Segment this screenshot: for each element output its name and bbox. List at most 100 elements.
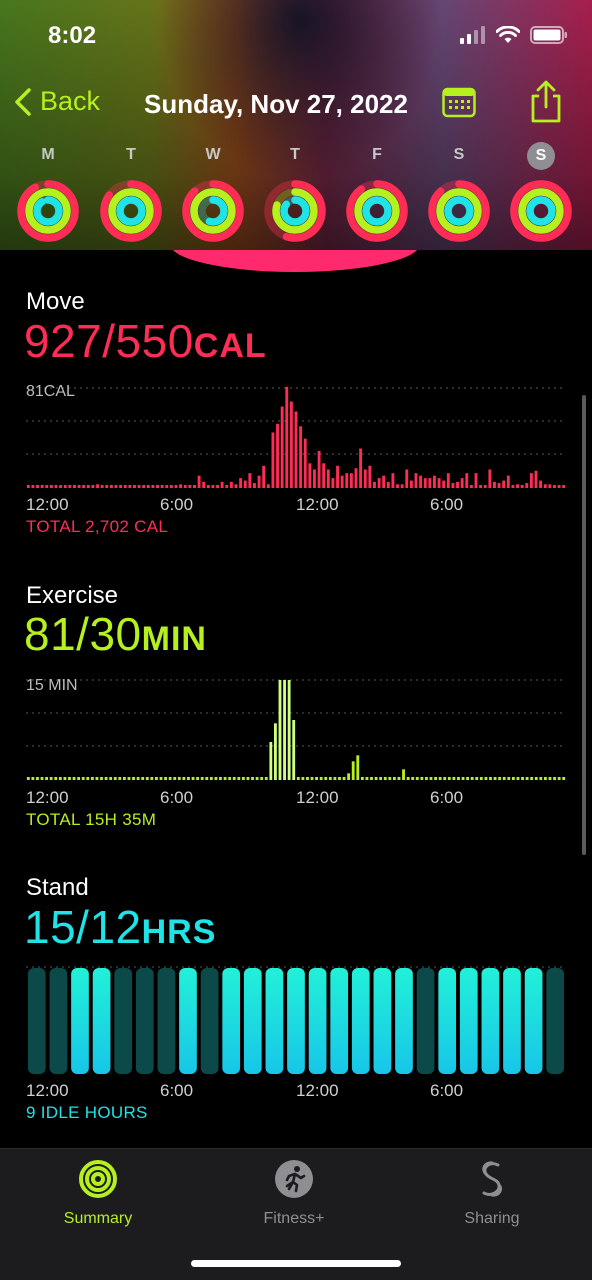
day-activity-ring-3[interactable] — [262, 178, 328, 244]
move-bar — [271, 432, 275, 488]
move-bar — [133, 485, 136, 488]
move-bar — [529, 473, 533, 488]
move-bar — [377, 478, 381, 488]
move-bar — [206, 485, 210, 488]
move-bar — [469, 485, 473, 488]
move-bar — [308, 463, 312, 488]
exercise-bar — [328, 777, 332, 780]
move-bar — [553, 485, 556, 488]
move-bar — [428, 478, 432, 488]
stand-title: Stand — [26, 874, 89, 901]
status-icons — [460, 26, 568, 44]
exercise-bar — [493, 777, 497, 780]
exercise-bar — [109, 777, 113, 780]
home-indicator[interactable] — [191, 1260, 401, 1267]
exercise-bar — [122, 777, 126, 780]
move-bar — [216, 485, 219, 488]
cellular-signal-icon — [460, 26, 485, 44]
move-bar — [179, 484, 183, 488]
stand-hour-bar — [179, 968, 197, 1074]
move-bar — [451, 483, 455, 488]
day-letter-5: S — [453, 146, 465, 163]
exercise-bar — [127, 777, 131, 780]
move-bar — [465, 473, 469, 488]
tab-sharing[interactable]: Sharing — [422, 1159, 562, 1228]
move-bar — [285, 386, 289, 488]
move-bar — [502, 480, 506, 488]
move-bar — [243, 480, 247, 488]
exercise-bar — [54, 777, 58, 780]
exercise-bar — [498, 777, 502, 780]
calendar-button[interactable] — [442, 86, 476, 123]
day-activity-ring-4[interactable] — [344, 178, 410, 244]
move-title: Move — [26, 288, 85, 315]
exercise-bar — [324, 777, 328, 780]
exercise-chart — [26, 679, 566, 780]
exercise-unit: MIN — [141, 620, 207, 658]
move-bar — [359, 448, 363, 488]
day-activity-ring-6[interactable] — [508, 178, 574, 244]
move-bar — [119, 485, 123, 488]
exercise-bar — [251, 777, 254, 780]
day-letter-6: S — [527, 142, 555, 170]
stand-hour-bar — [243, 968, 262, 1074]
stand-x-tick-2: 6:00 — [160, 1081, 194, 1100]
move-bar — [211, 485, 215, 488]
day-activity-ring-2[interactable] — [180, 178, 246, 244]
exercise-bar — [150, 777, 154, 780]
move-bar — [331, 478, 335, 488]
day-letter-1: T — [126, 146, 136, 163]
move-x-tick-4: 6:00 — [430, 495, 464, 514]
exercise-bar — [168, 777, 172, 780]
exercise-bar — [502, 777, 506, 780]
move-bar — [506, 475, 510, 488]
exercise-bar — [81, 777, 85, 780]
stand-hour-bar — [27, 968, 46, 1074]
calendar-icon — [442, 87, 476, 118]
scrollbar[interactable] — [582, 395, 586, 855]
exercise-bar — [420, 777, 424, 780]
day-activity-ring-5[interactable] — [426, 178, 492, 244]
running-figure-icon — [275, 1160, 313, 1198]
share-button[interactable] — [528, 80, 564, 129]
exercise-bar — [100, 777, 103, 780]
exercise-bar — [104, 777, 108, 780]
day-activity-ring-0[interactable] — [15, 178, 81, 244]
move-bar — [188, 485, 192, 488]
move-value: 927/550CAL — [24, 314, 267, 368]
share-icon — [531, 80, 561, 123]
day-letter-2: W — [205, 146, 221, 163]
exercise-bar — [45, 777, 49, 780]
day-activity-ring-1[interactable] — [98, 178, 164, 244]
exercise-x-tick-3: 12:00 — [296, 788, 339, 807]
status-bar: 8:02 — [0, 0, 592, 70]
exercise-total: TOTAL 15H 35M — [26, 810, 157, 829]
exercise-bar — [470, 777, 474, 780]
wifi-icon — [496, 26, 520, 43]
exercise-bar — [370, 777, 373, 780]
tab-fitness-plus[interactable]: Fitness+ — [224, 1159, 364, 1228]
exercise-bar — [49, 777, 53, 780]
move-bar — [345, 473, 349, 488]
move-x-tick-2: 6:00 — [160, 495, 194, 514]
stand-hour-bar — [459, 968, 478, 1074]
stand-chart — [26, 966, 566, 1074]
exercise-bar — [155, 777, 158, 780]
move-bar — [396, 484, 399, 488]
exercise-bar — [333, 777, 337, 780]
move-bar — [156, 485, 159, 488]
move-bar — [169, 485, 173, 488]
exercise-bar — [534, 777, 538, 780]
stand-hour-bar — [265, 968, 284, 1074]
stand-hour-bar — [395, 968, 413, 1074]
tab-summary[interactable]: Summary — [28, 1159, 168, 1228]
exercise-bar — [365, 777, 369, 780]
exercise-bar — [484, 777, 488, 780]
move-bar — [525, 483, 529, 488]
exercise-bar — [539, 777, 543, 780]
exercise-bar — [392, 777, 396, 780]
move-bar — [239, 478, 243, 488]
move-bar — [326, 469, 330, 488]
exercise-x-tick-1: 12:00 — [26, 788, 69, 807]
exercise-bar — [237, 777, 241, 780]
